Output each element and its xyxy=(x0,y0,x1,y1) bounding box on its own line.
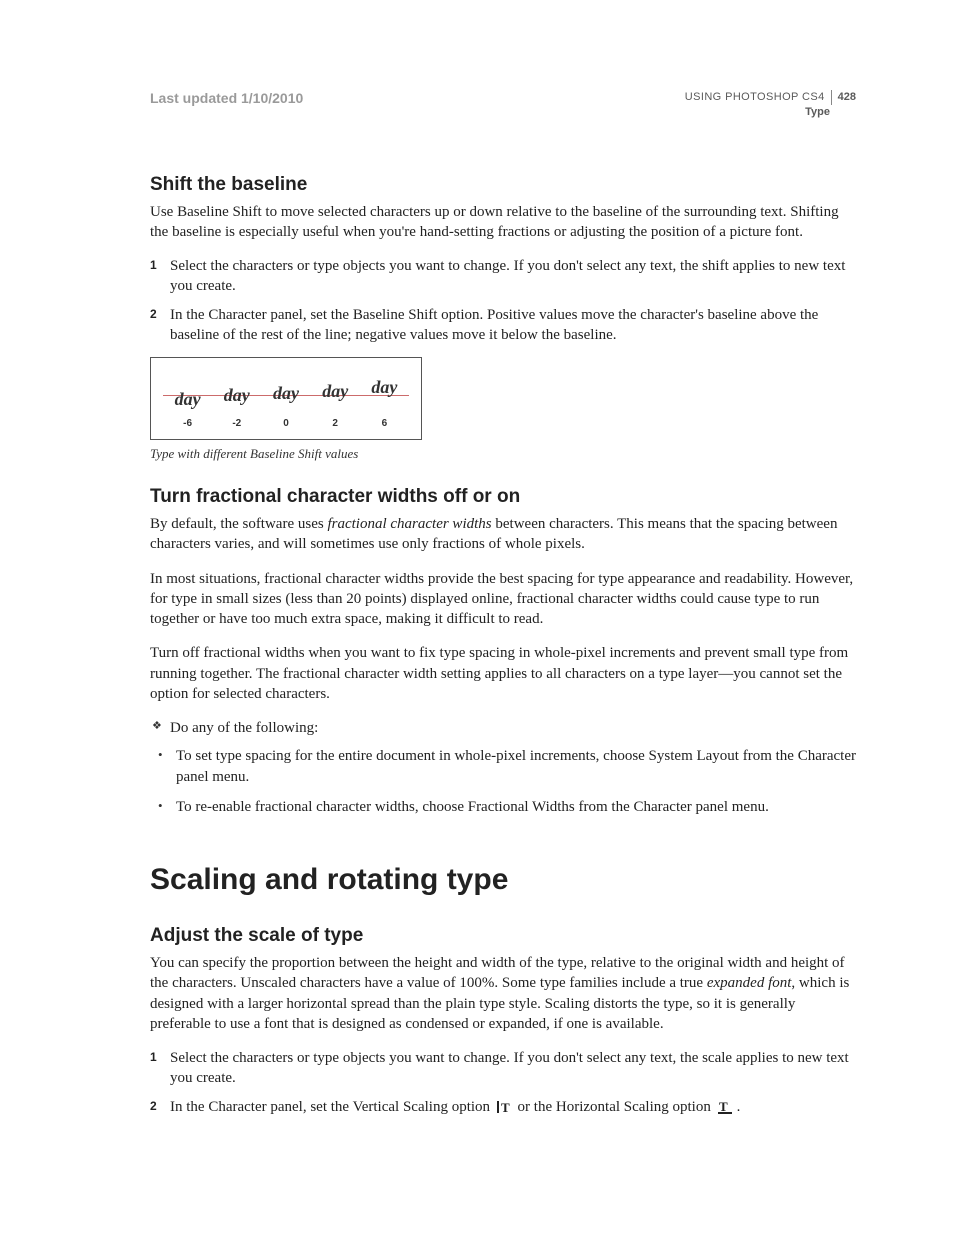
do-any-list: Do any of the following: xyxy=(150,718,856,738)
text-run: By default, the software uses xyxy=(150,516,327,532)
section-name: Type xyxy=(685,105,856,120)
vertical-scale-icon: T xyxy=(496,1100,512,1120)
horizontal-scale-icon: T xyxy=(717,1100,735,1120)
bullet-item: To re-enable fractional character widths… xyxy=(150,797,856,817)
page-number: 428 xyxy=(831,90,856,105)
para-fractional-3: Turn off fractional widths when you want… xyxy=(150,643,856,704)
do-any-item: Do any of the following: xyxy=(150,718,856,738)
step-item: Select the characters or type objects yo… xyxy=(150,1048,856,1089)
figure-value: -6 xyxy=(163,418,212,429)
bullet-list-fractional: To set type spacing for the entire docum… xyxy=(150,746,856,817)
section-adjust-scale: Adjust the scale of type You can specify… xyxy=(150,925,856,1120)
svg-text:T: T xyxy=(501,1100,510,1114)
section-fractional-widths: Turn fractional character widths off or … xyxy=(150,486,856,817)
emphasis: fractional character widths xyxy=(327,516,491,532)
figure-word: day xyxy=(360,377,409,398)
figure-word: day xyxy=(212,385,261,406)
figure-labels: -6 -2 0 2 6 xyxy=(163,418,409,429)
figure-word: day xyxy=(311,381,360,402)
step-item: Select the characters or type objects yo… xyxy=(150,256,856,297)
figure-word: day xyxy=(261,383,310,404)
page-header: Last updated 1/10/2010 USING PHOTOSHOP C… xyxy=(150,90,856,120)
last-updated-label: Last updated 1/10/2010 xyxy=(150,90,303,106)
text-run: In the Character panel, set the Vertical… xyxy=(170,1099,494,1115)
step-item: In the Character panel, set the Vertical… xyxy=(150,1097,856,1120)
heading-adjust-scale: Adjust the scale of type xyxy=(150,925,856,947)
intro-shift: Use Baseline Shift to move selected char… xyxy=(150,202,856,243)
bullet-item: To set type spacing for the entire docum… xyxy=(150,746,856,787)
steps-shift: Select the characters or type objects yo… xyxy=(150,256,856,345)
svg-text:T: T xyxy=(719,1100,728,1114)
para-scale-1: You can specify the proportion between t… xyxy=(150,953,856,1034)
para-fractional-2: In most situations, fractional character… xyxy=(150,569,856,630)
header-right: USING PHOTOSHOP CS4 428 Type xyxy=(685,90,856,120)
figure-value: -2 xyxy=(212,418,261,429)
text-run: or the Horizontal Scaling option xyxy=(514,1099,715,1115)
product-name: USING PHOTOSHOP CS4 xyxy=(685,90,825,105)
heading-fractional: Turn fractional character widths off or … xyxy=(150,486,856,508)
figure-baseline-shift: day day day day day -6 -2 0 2 6 Type wit… xyxy=(150,357,856,462)
figure-value: 6 xyxy=(360,418,409,429)
step-item: In the Character panel, set the Baseline… xyxy=(150,305,856,346)
text-run: . xyxy=(737,1099,741,1115)
figure-word: day xyxy=(163,389,212,410)
emphasis: expanded font xyxy=(707,975,792,991)
figure-row: day day day day day xyxy=(163,372,409,404)
para-fractional-1: By default, the software uses fractional… xyxy=(150,514,856,555)
figure-value: 2 xyxy=(311,418,360,429)
figure-value: 0 xyxy=(261,418,310,429)
figure-caption: Type with different Baseline Shift value… xyxy=(150,446,856,462)
steps-scale: Select the characters or type objects yo… xyxy=(150,1048,856,1120)
heading-shift-baseline: Shift the baseline xyxy=(150,174,856,196)
figure-box: day day day day day -6 -2 0 2 6 xyxy=(150,357,422,440)
section-shift-baseline: Shift the baseline Use Baseline Shift to… xyxy=(150,174,856,463)
document-page: Last updated 1/10/2010 USING PHOTOSHOP C… xyxy=(0,0,954,1235)
heading-scaling-rotating: Scaling and rotating type xyxy=(150,863,856,897)
